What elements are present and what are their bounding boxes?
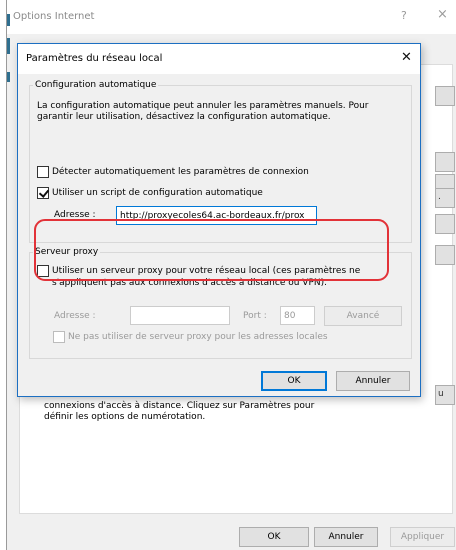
proxy-address-label: Adresse : [54,311,96,321]
close-icon[interactable]: × [437,7,448,22]
use-proxy-checkbox[interactable] [37,265,49,277]
apply-button[interactable]: Appliquer [390,527,455,547]
proxy-port-input[interactable] [280,306,315,325]
proxy-server-legend: Serveur proxy [35,247,99,257]
bypass-local-label: Ne pas utiliser de serveur proxy pour le… [68,332,328,342]
side-button-stub[interactable]: u [435,385,455,405]
window-edge-accent [7,14,10,26]
side-button-stub[interactable] [435,245,455,265]
detect-settings-checkbox[interactable] [37,166,49,178]
screen: Options Internet ? × . u connexions d'ac… [0,0,456,550]
cancel-button[interactable]: Annuler [336,371,410,391]
side-button-stub[interactable] [435,214,455,234]
cancel-button[interactable]: Annuler [314,527,378,547]
proxy-port-label: Port : [243,311,267,321]
detect-settings-label: Détecter automatiquement les paramètres … [52,167,309,177]
lan-settings-dialog: Paramètres du réseau local ✕ Configurati… [17,43,421,397]
use-script-checkbox[interactable] [37,187,49,199]
internet-options-title: Options Internet [13,11,95,22]
ok-button[interactable]: OK [261,371,327,391]
dialog-title: Paramètres du réseau local [26,53,163,64]
internet-options-titlebar: Options Internet ? × [7,0,456,34]
use-proxy-checkbox-row[interactable]: Utiliser un serveur proxy pour votre rés… [37,265,382,289]
help-icon[interactable]: ? [401,9,407,22]
detect-settings-checkbox-row[interactable]: Détecter automatiquement les paramètres … [37,166,309,178]
lan-settings-titlebar: Paramètres du réseau local ✕ [18,44,420,74]
close-icon[interactable]: ✕ [401,50,412,65]
use-script-label: Utiliser un script de configuration auto… [52,188,263,198]
dialup-help-text: connexions d'accès à distance. Cliquez s… [44,401,315,422]
ok-button[interactable]: OK [239,527,309,547]
side-button-stub[interactable] [435,152,455,172]
side-button-stub[interactable] [435,86,455,106]
use-proxy-label: Utiliser un serveur proxy pour votre rés… [52,266,361,288]
side-button-stub[interactable]: . [435,188,455,208]
script-address-label: Adresse : [54,210,96,220]
proxy-address-input[interactable] [130,306,230,325]
auto-config-legend: Configuration automatique [35,80,157,90]
window-edge-accent [7,38,10,54]
bypass-local-checkbox[interactable] [53,331,65,343]
advanced-button[interactable]: Avancé [324,306,402,326]
bypass-local-checkbox-row[interactable]: Ne pas utiliser de serveur proxy pour le… [53,331,328,343]
window-edge-accent [7,72,10,82]
auto-config-description: La configuration automatique peut annule… [37,101,369,122]
script-address-input[interactable] [116,206,317,225]
use-script-checkbox-row[interactable]: Utiliser un script de configuration auto… [37,187,263,199]
